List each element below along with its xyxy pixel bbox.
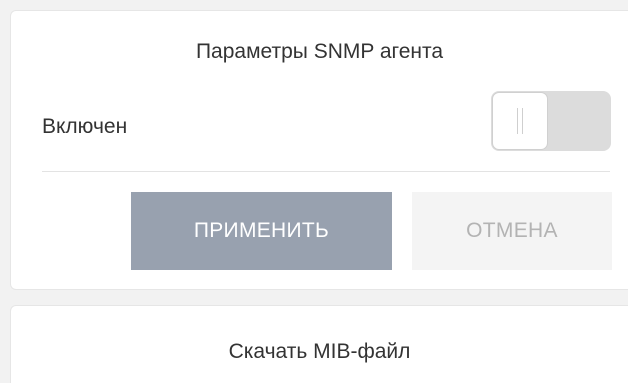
grip-line-icon bbox=[522, 108, 523, 134]
toggle-knob[interactable] bbox=[492, 92, 548, 150]
download-mib-link[interactable]: Скачать MIB-файл bbox=[11, 340, 628, 364]
enabled-toggle[interactable] bbox=[491, 91, 611, 151]
apply-button[interactable]: ПРИМЕНИТЬ bbox=[131, 192, 392, 270]
snmp-agent-settings-card: Параметры SNMP агента Включен ПРИМЕНИТЬ … bbox=[10, 10, 628, 290]
enabled-label: Включен bbox=[42, 115, 128, 138]
cancel-button[interactable]: ОТМЕНА bbox=[412, 192, 612, 270]
download-mib-card[interactable]: Скачать MIB-файл bbox=[10, 305, 628, 383]
divider bbox=[42, 171, 610, 172]
grip-line-icon bbox=[517, 108, 518, 134]
snmp-settings-title: Параметры SNMP агента bbox=[195, 40, 444, 63]
